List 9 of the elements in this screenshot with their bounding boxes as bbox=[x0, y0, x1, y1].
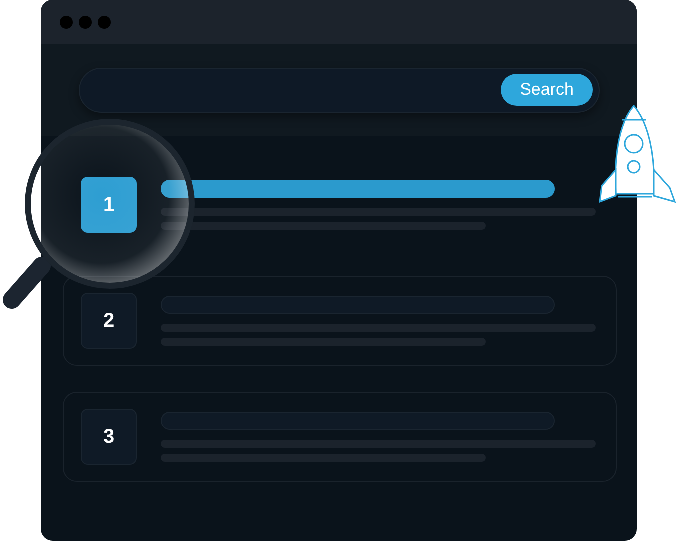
window-dot-icon bbox=[79, 16, 92, 28]
result-card[interactable]: 2 bbox=[63, 276, 617, 366]
search-button[interactable]: Search bbox=[501, 74, 593, 106]
result-card[interactable]: 3 bbox=[63, 392, 617, 482]
window-dot-icon bbox=[60, 16, 73, 28]
search-field[interactable]: Search bbox=[79, 68, 600, 112]
window-dot-icon bbox=[98, 16, 111, 28]
result-number: 3 bbox=[81, 409, 137, 465]
result-number: 2 bbox=[81, 293, 137, 349]
